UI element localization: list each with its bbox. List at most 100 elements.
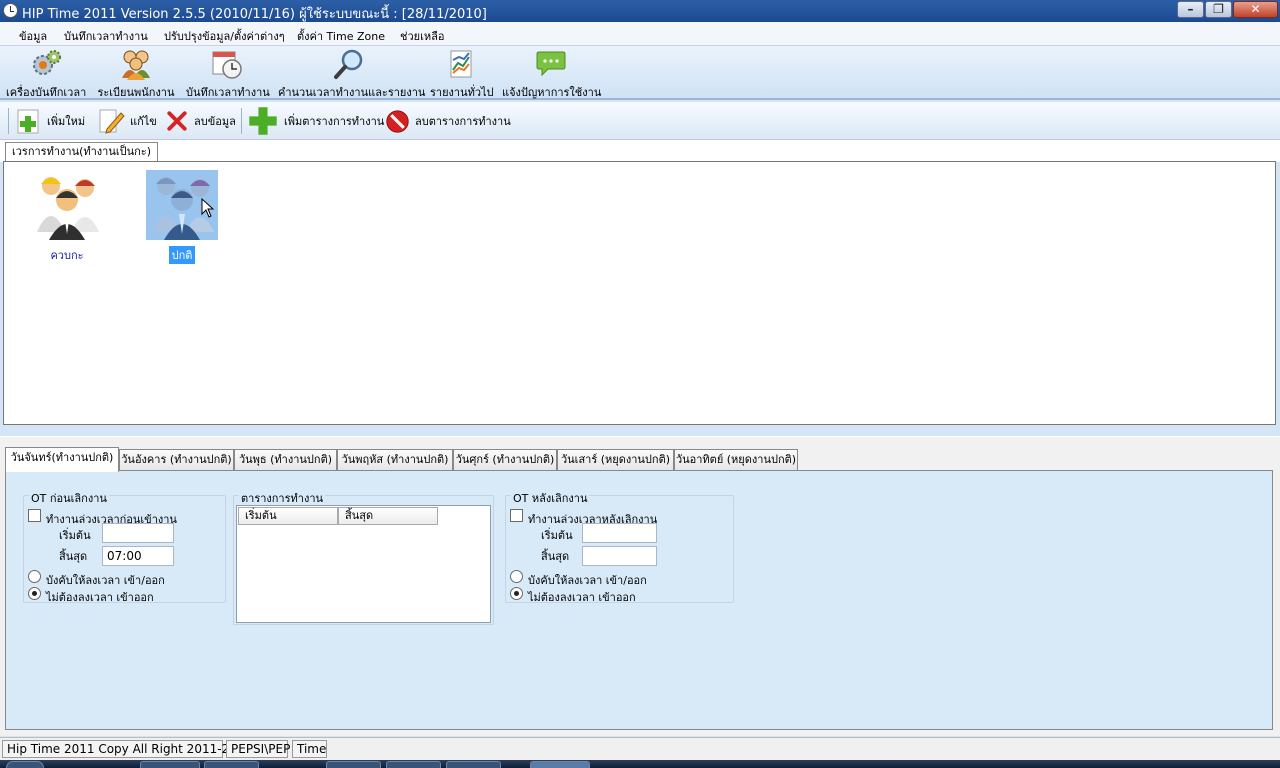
shift-list-panel: ควบกะ ปกติ [3, 161, 1276, 425]
tab-wednesday[interactable]: วันพุธ (ทำงานปกติ) [234, 449, 337, 471]
ribbon-label: แจ้งปัญหาการใช้งาน [502, 86, 602, 99]
app-window: HIP Time 2011 Version 2.5.5 (2010/11/16)… [0, 0, 1280, 768]
end-label: สิ้นสุด [59, 550, 88, 563]
shift-item-normal[interactable]: ปกติ [146, 170, 218, 264]
ot-before-radio-required[interactable] [28, 570, 41, 583]
toolbar-separator [8, 108, 9, 134]
gears-icon [33, 50, 61, 75]
ribbon-time-entry[interactable]: บันทึกเวลาทำงาน [186, 48, 270, 101]
maximize-button[interactable]: ❐ [1205, 1, 1232, 18]
schedule-list[interactable]: เริ่มต้น สิ้นสุด [236, 505, 491, 623]
ribbon-label: รายงานทั่วไป [430, 86, 494, 99]
shift-item-combined[interactable]: ควบกะ [31, 170, 103, 264]
ot-before-checkbox[interactable] [28, 509, 41, 522]
status-bar: Hip Time 2011 Copy All Right 2011-2020 P… [0, 737, 1280, 760]
ribbon-employees[interactable]: ระเบียนพนักงาน [96, 48, 176, 101]
delete-schedule-label: ลบตารางการทำงาน [415, 115, 511, 128]
group-title: OT ก่อนเลิกงาน [29, 489, 109, 507]
ot-before-start-field[interactable] [102, 523, 174, 543]
tab-monday[interactable]: วันจันทร์(ทำงานปกติ) [5, 447, 119, 472]
ot-before-end-field[interactable]: 07:00 [102, 546, 174, 566]
ribbon-report-problem[interactable]: แจ้งปัญหาการใช้งาน [502, 48, 602, 101]
tab-thursday[interactable]: วันพฤหัส (ทำงานปกติ) [337, 449, 453, 471]
status-copyright: Hip Time 2011 Copy All Right 2011-2020 [2, 740, 252, 758]
plus-icon [249, 107, 277, 135]
start-label: เริ่มต้น [59, 529, 91, 542]
tab-saturday[interactable]: วันเสาร์ (หยุดงานปกติ) [557, 449, 674, 471]
column-header-end[interactable]: สิ้นสุด [338, 507, 438, 525]
clock-icon [3, 3, 18, 18]
schedule-group: ตารางการทำงาน เริ่มต้น สิ้นสุด [233, 489, 494, 625]
column-header-start[interactable]: เริ่มต้น [238, 507, 338, 525]
ribbon-general-report[interactable]: รายงานทั่วไป [430, 48, 494, 101]
taskbar-item[interactable] [204, 761, 259, 768]
ribbon-time-machine[interactable]: เครื่องบันทึกเวลา [6, 48, 86, 101]
ot-after-radio-not-required[interactable] [510, 587, 523, 600]
mouse-cursor-icon [201, 198, 215, 218]
employees-icon [122, 50, 150, 80]
delete-button[interactable]: ลบข้อมูล [165, 106, 236, 136]
title-bar: HIP Time 2011 Version 2.5.5 (2010/11/16)… [0, 0, 1280, 22]
ot-after-checkbox[interactable] [510, 509, 523, 522]
chat-bubble-icon [536, 51, 566, 77]
taskbar-item[interactable] [446, 761, 501, 768]
add-schedule-label: เพิ่มตารางการทำงาน [284, 115, 385, 128]
delete-icon [167, 111, 187, 131]
workers-icon [31, 170, 103, 240]
day-settings-panel: OT ก่อนเลิกงาน ทำงานล่วงเวลาก่อนเข้างาน … [5, 470, 1273, 730]
toolbar: เพิ่มใหม่ แก้ไข ลบข้อมูล เพิ่มตารางการทำ… [0, 102, 1280, 140]
radio-label: ไม่ต้องลงเวลา เข้าออก [46, 591, 154, 604]
taskbar-item[interactable] [386, 761, 441, 768]
minimize-icon: – [1187, 2, 1194, 16]
menu-data[interactable]: ข้อมูล [19, 27, 47, 45]
window-title: HIP Time 2011 Version 2.5.5 (2010/11/16)… [22, 7, 487, 22]
start-label: เริ่มต้น [541, 529, 573, 542]
menu-settings[interactable]: ปรับปรุงข้อมูล/ตั้งค่าต่างๆ [164, 27, 285, 45]
tab-friday[interactable]: วันศุกร์ (ทำงานปกติ) [453, 449, 557, 471]
radio-label: บังคับให้ลงเวลา เข้า/ออก [46, 574, 165, 587]
shift-name: ควบกะ [50, 249, 84, 262]
taskbar-item[interactable] [140, 761, 200, 768]
delete-schedule-button[interactable]: ลบตารางการทำงาน [385, 106, 511, 136]
os-taskbar [0, 760, 1280, 768]
ot-before-group: OT ก่อนเลิกงาน ทำงานล่วงเวลาก่อนเข้างาน … [23, 489, 226, 604]
close-button[interactable]: ✕ [1233, 1, 1278, 18]
ot-after-group: OT หลังเลิกงาน ทำงานล่วงเวลาหลังเลิกงาน … [505, 489, 734, 604]
calendar-clock-icon [212, 51, 242, 79]
ot-before-radio-not-required[interactable] [28, 587, 41, 600]
tab-tuesday[interactable]: วันอังคาร (ทำงานปกติ) [119, 449, 234, 471]
menu-timezone[interactable]: ตั้งค่า Time Zone [297, 27, 385, 45]
menu-bar: ข้อมูล บันทึกเวลาทำงาน ปรับปรุงข้อมูล/ตั… [0, 22, 1280, 46]
workers-icon [146, 170, 218, 240]
menu-time-record[interactable]: บันทึกเวลาทำงาน [64, 27, 148, 45]
ot-after-start-field[interactable] [582, 523, 657, 543]
ribbon-label: บันทึกเวลาทำงาน [186, 86, 270, 99]
window-controls: – ❐ ✕ [1176, 1, 1278, 18]
taskbar-item[interactable] [326, 761, 381, 768]
magnifier-icon [334, 49, 363, 79]
ot-after-end-field[interactable] [582, 546, 657, 566]
ribbon: เครื่องบันทึกเวลา ระเบียนพนักงาน บันทึกเ… [0, 46, 1280, 100]
taskbar-item-active[interactable] [530, 761, 590, 768]
add-schedule-button[interactable]: เพิ่มตารางการทำงาน [247, 106, 384, 136]
toolbar-separator [241, 108, 242, 134]
day-settings-area: วันจันทร์(ทำงานปกติ) วันอังคาร (ทำงานปกต… [0, 436, 1280, 736]
shift-name: ปกติ [168, 246, 196, 264]
tab-shift-work[interactable]: เวรการทำงาน(ทำงานเป็นกะ) [5, 142, 158, 162]
add-button[interactable]: เพิ่มใหม่ [14, 106, 85, 136]
ot-after-radio-required[interactable] [510, 570, 523, 583]
tab-sunday[interactable]: วันอาทิตย์ (หยุดงานปกติ) [674, 449, 798, 471]
edit-button[interactable]: แก้ไข [97, 106, 157, 136]
start-button[interactable] [6, 761, 44, 768]
edit-icon [99, 109, 125, 134]
group-title: OT หลังเลิกงาน [511, 489, 590, 507]
ribbon-calculate-report[interactable]: คำนวนเวลาทำงานและรายงาน [278, 48, 426, 101]
close-icon: ✕ [1250, 2, 1261, 16]
shift-tabstrip: เวรการทำงาน(ทำงานเป็นกะ) [0, 140, 1280, 162]
minimize-button[interactable]: – [1177, 1, 1204, 18]
ribbon-label: คำนวนเวลาทำงานและรายงาน [278, 86, 426, 99]
menu-help[interactable]: ช่วยเหลือ [400, 27, 444, 45]
radio-label: ไม่ต้องลงเวลา เข้าออก [528, 591, 636, 604]
status-time: Time [292, 740, 327, 758]
report-chart-icon [450, 50, 472, 78]
